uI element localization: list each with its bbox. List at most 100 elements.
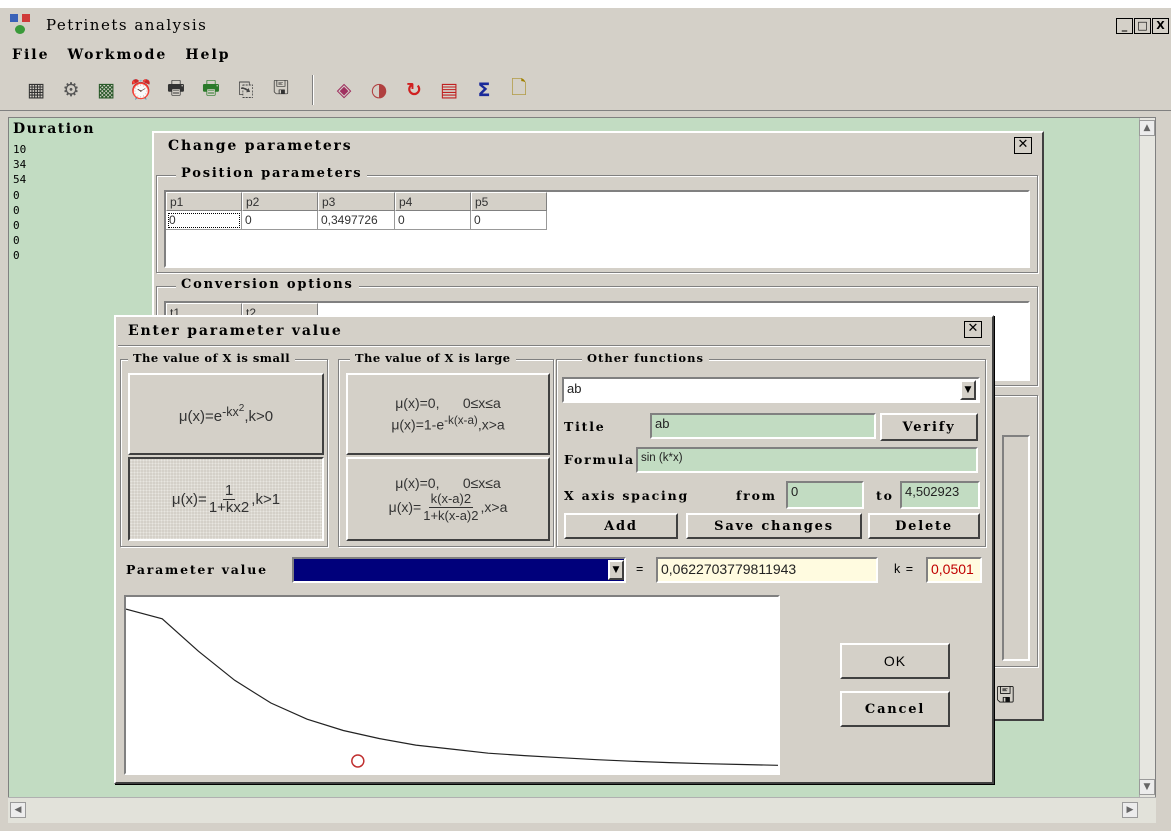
tree-icon[interactable]: ⚙ bbox=[57, 76, 85, 104]
sigma-icon[interactable]: Σ bbox=[470, 76, 498, 104]
close-icon[interactable]: ✕ bbox=[964, 321, 982, 338]
formula-exp-button[interactable]: μ(x)=e-kx2,k>0 bbox=[128, 373, 324, 455]
formula-suffix: ,k>1 bbox=[251, 490, 281, 508]
other-functions-label: Other functions bbox=[582, 351, 709, 365]
duration-value: 0 bbox=[13, 249, 20, 263]
maximize-button[interactable]: □ bbox=[1134, 18, 1151, 34]
parameter-select[interactable] bbox=[292, 557, 626, 583]
formula-line: μ(x)=1-e-k(x-a),x>a bbox=[391, 414, 505, 433]
delete-button[interactable]: Delete bbox=[868, 513, 980, 539]
parameter-marker[interactable] bbox=[351, 754, 365, 768]
graph-icon[interactable]: ◈ bbox=[330, 76, 358, 104]
formula-line: μ(x)= k(x-a)2 1+k(x-a)2 ,x>a bbox=[389, 491, 508, 524]
formula-suffix: ,x>a bbox=[480, 499, 508, 515]
save-icon[interactable]: 🖫 bbox=[267, 76, 295, 104]
refresh-red-icon[interactable]: ↻ bbox=[400, 76, 428, 104]
cancel-button[interactable]: Cancel bbox=[840, 691, 950, 727]
grid-icon[interactable]: ▩ bbox=[92, 76, 120, 104]
alarm-icon[interactable]: ⏰ bbox=[127, 76, 155, 104]
printer-icon[interactable]: 🖶 bbox=[162, 76, 190, 104]
formula-field[interactable]: sin (k*x) bbox=[636, 447, 978, 473]
formula-fraction: 1 1+kx2 bbox=[208, 481, 250, 516]
menu-file[interactable]: File bbox=[12, 47, 49, 63]
matrix-icon[interactable]: ▤ bbox=[435, 76, 463, 104]
duration-value: 0 bbox=[13, 203, 20, 217]
ok-button[interactable]: OK bbox=[840, 643, 950, 679]
save-changes-button[interactable]: Save changes bbox=[686, 513, 862, 539]
membership-function-plot bbox=[124, 595, 780, 775]
change-parameters-title: Change parameters bbox=[168, 138, 353, 154]
fraction-numerator: 1 bbox=[222, 481, 236, 500]
scroll-up-arrow[interactable]: ▲ bbox=[1139, 120, 1155, 136]
lower-panel bbox=[1002, 435, 1030, 661]
duration-value: 34 bbox=[13, 158, 27, 172]
parameter-value-label: Parameter value bbox=[126, 562, 268, 577]
grid-cell[interactable]: 0 bbox=[471, 211, 547, 230]
petrinet-app-icon bbox=[10, 13, 32, 36]
title-field[interactable]: ab bbox=[650, 413, 876, 439]
toolbar-separator bbox=[312, 74, 314, 105]
scroll-right-arrow[interactable]: ▶ bbox=[1122, 802, 1138, 818]
grid-header-p5: p5 bbox=[471, 192, 547, 211]
duration-title: Duration bbox=[13, 121, 96, 137]
grid-header-p2: p2 bbox=[242, 192, 318, 211]
chevron-down-icon[interactable]: ▼ bbox=[608, 560, 624, 580]
formula-rational-button[interactable]: μ(x)= 1 1+kx2 ,k>1 bbox=[128, 457, 324, 541]
chevron-down-icon[interactable]: ▼ bbox=[960, 380, 976, 400]
title-label: Title bbox=[564, 419, 606, 434]
position-parameters-label: Position parameters bbox=[176, 166, 368, 181]
formula-large-exp-button[interactable]: μ(x)=0, 0≤x≤a μ(x)=1-e-k(x-a),x>a bbox=[346, 373, 550, 455]
fraction-denominator: 1+kx2 bbox=[208, 498, 250, 516]
new-doc-icon[interactable]: 🗋 bbox=[505, 76, 533, 104]
scroll-left-arrow[interactable]: ◀ bbox=[10, 802, 26, 818]
x-axis-spacing-label: X axis spacing bbox=[564, 488, 690, 503]
menu-bar: File Workmode Help bbox=[0, 41, 1171, 69]
enter-parameter-dialog: Enter parameter value ✕ The value of X i… bbox=[114, 315, 994, 784]
formula-prefix: μ(x)= bbox=[388, 499, 422, 515]
formula-label: Formula bbox=[564, 452, 635, 467]
formula-text: μ(x)=e-kx2,k>0 bbox=[178, 402, 274, 426]
printer-green-icon[interactable]: 🖶 bbox=[197, 76, 225, 104]
close-icon[interactable]: ✕ bbox=[1014, 137, 1032, 154]
k-value-field[interactable]: 0,0501 bbox=[926, 557, 982, 583]
formula-fraction: k(x-a)2 1+k(x-a)2 bbox=[423, 491, 478, 524]
palette-icon[interactable]: ◑ bbox=[365, 76, 393, 104]
table-icon[interactable]: ▦ bbox=[22, 76, 50, 104]
copy-icon[interactable]: ⎘ bbox=[232, 76, 260, 104]
menu-help[interactable]: Help bbox=[185, 47, 230, 63]
toolbar: ▦ ⚙ ▩ ⏰ 🖶 🖶 ⎘ 🖫 ◈ ◑ ↻ ▤ Σ 🗋 bbox=[0, 69, 1171, 111]
horizontal-scrollbar[interactable]: ◀ ▶ bbox=[8, 797, 1156, 823]
menu-workmode[interactable]: Workmode bbox=[67, 47, 167, 63]
duration-value: 54 bbox=[13, 173, 27, 187]
title-divider bbox=[118, 345, 990, 347]
scroll-down-arrow[interactable]: ▼ bbox=[1139, 779, 1155, 795]
conversion-options-label: Conversion options bbox=[176, 277, 359, 292]
to-field[interactable]: 4,502923 bbox=[900, 481, 980, 509]
close-button[interactable]: X bbox=[1152, 18, 1169, 34]
parameter-value-field[interactable]: 0,0622703779811943 bbox=[656, 557, 878, 583]
fraction-numerator: k(x-a)2 bbox=[428, 490, 474, 508]
save-icon[interactable]: 🖫 bbox=[996, 685, 1018, 707]
add-button[interactable]: Add bbox=[564, 513, 678, 539]
plot-svg bbox=[125, 608, 779, 768]
from-field[interactable]: 0 bbox=[786, 481, 864, 509]
x-small-label: The value of X is small bbox=[128, 351, 296, 365]
formula-large-rational-button[interactable]: μ(x)=0, 0≤x≤a μ(x)= k(x-a)2 1+k(x-a)2 ,x… bbox=[346, 457, 550, 541]
verify-button[interactable]: Verify bbox=[880, 413, 978, 441]
grid-cell[interactable]: 0,3497726 bbox=[318, 211, 395, 230]
grid-cell[interactable]: 0 bbox=[242, 211, 318, 230]
title-bar: Petrinets analysis _ □ X bbox=[0, 8, 1171, 41]
duration-list: 10 34 54 0 0 0 0 0 bbox=[13, 142, 26, 264]
grid-header-p1: p1 bbox=[166, 192, 242, 211]
vertical-scrollbar[interactable]: ▲ ▼ bbox=[1139, 118, 1155, 797]
duration-value: 10 bbox=[13, 143, 27, 156]
grid-cell[interactable]: 0 bbox=[395, 211, 471, 230]
function-curve bbox=[125, 608, 779, 766]
window-title: Petrinets analysis bbox=[46, 15, 208, 34]
duration-value: 0 bbox=[13, 234, 20, 248]
to-label: to bbox=[876, 488, 894, 503]
grid-cell[interactable]: 0 bbox=[166, 211, 242, 230]
minimize-button[interactable]: _ bbox=[1116, 18, 1133, 34]
function-select[interactable]: ab bbox=[562, 377, 980, 403]
formula-line: μ(x)=0, 0≤x≤a bbox=[395, 395, 501, 412]
